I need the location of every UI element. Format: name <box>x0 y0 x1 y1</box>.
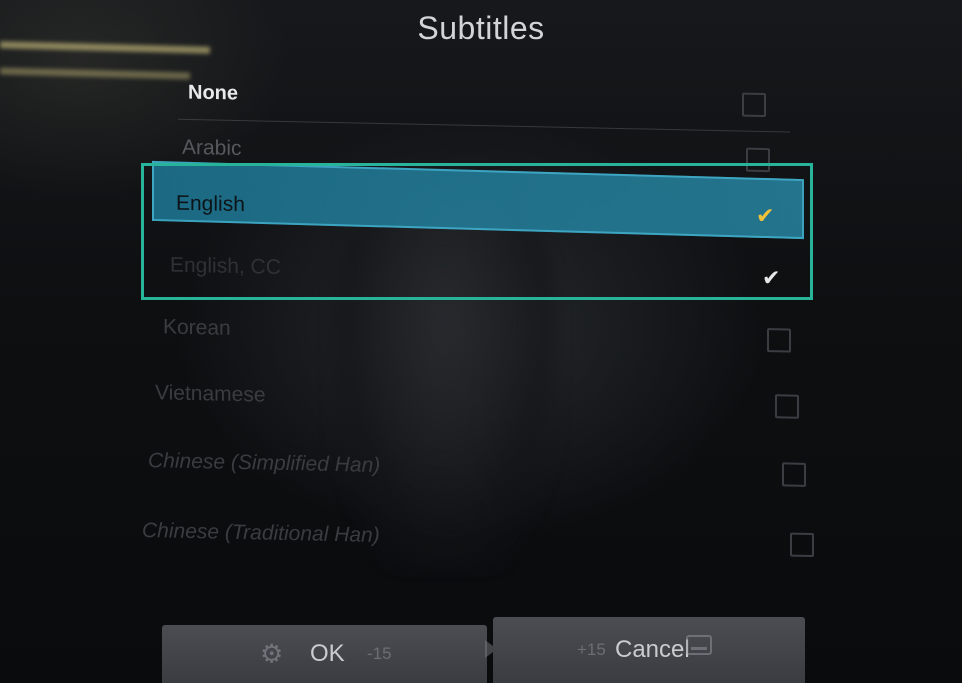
checkbox[interactable] <box>790 532 814 558</box>
gear-icon: ⚙ <box>260 638 284 669</box>
cancel-button-label: Cancel <box>615 636 690 663</box>
option-row-korean[interactable]: Korean <box>163 301 803 366</box>
checkbox[interactable] <box>767 328 791 353</box>
checkbox[interactable] <box>775 394 799 419</box>
checkbox[interactable] <box>782 462 806 487</box>
option-label: Chinese (Traditional Han) <box>142 518 380 547</box>
option-label: Chinese (Simplified Han) <box>148 449 381 477</box>
option-row-chinese-simplified[interactable]: Chinese (Simplified Han) <box>148 435 818 501</box>
forward-label: +15 <box>577 640 606 659</box>
tv-screen: Subtitles None Arabic English ✔ English,… <box>0 0 962 683</box>
subtitle-options-list: None Arabic English ✔ English, CC ✔ Kore… <box>0 0 962 683</box>
option-row-chinese-traditional[interactable]: Chinese (Traditional Han) <box>142 505 832 571</box>
checkbox[interactable] <box>742 92 766 118</box>
option-label: None <box>188 81 238 105</box>
option-row-vietnamese[interactable]: Vietnamese <box>155 367 815 433</box>
option-label: Arabic <box>182 135 242 161</box>
option-label: Korean <box>163 315 231 340</box>
cancel-button[interactable]: +15 Cancel <box>493 617 805 683</box>
focus-frame <box>141 163 813 300</box>
ok-button-label: OK <box>310 640 345 667</box>
rewind-label: -15 <box>367 644 392 663</box>
option-label: Vietnamese <box>155 381 266 407</box>
closed-caption-icon <box>686 635 712 655</box>
ok-button[interactable]: ⚙ OK -15 <box>162 625 487 683</box>
